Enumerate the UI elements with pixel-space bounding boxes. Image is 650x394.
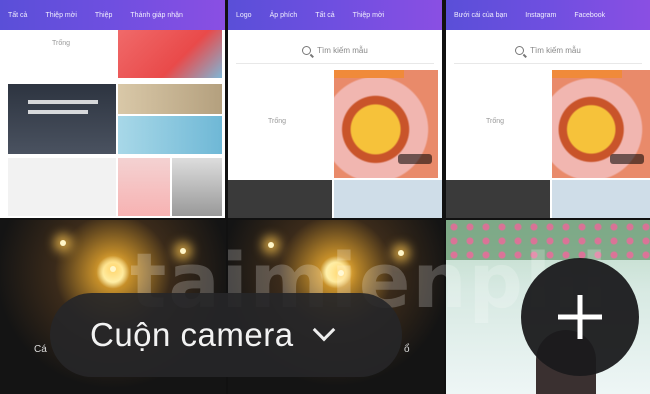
tab-posters[interactable]: Ảp phích	[270, 12, 298, 19]
template-panel-left: Tất cả Thiệp mời Thiệp Thánh giáp nhận T…	[0, 0, 225, 218]
tab-facebook[interactable]: Facebook	[574, 12, 605, 19]
template-thumbnail[interactable]	[118, 30, 222, 78]
tab-invitations[interactable]: Thiệp mời	[45, 12, 76, 19]
template-thumbnail[interactable]	[334, 180, 442, 218]
search-placeholder: Tìm kiếm mẫu	[530, 46, 581, 55]
tab-all[interactable]: Tất cả	[315, 12, 334, 19]
thumbnail-text-bar	[552, 70, 622, 78]
tab-your-designs[interactable]: Bưới cái của bạn	[454, 12, 507, 19]
template-panel-middle: Logo Ảp phích Tất cả Thiệp mời Tìm kiếm …	[228, 0, 442, 218]
plus-icon[interactable]	[521, 258, 639, 376]
template-thumbnail[interactable]	[334, 70, 438, 178]
thumbnail-price-chip	[610, 154, 644, 164]
category-tabs: Logo Ảp phích Tất cả Thiệp mời	[228, 0, 442, 30]
search-icon	[302, 46, 312, 55]
tab-invitations[interactable]: Thiệp mời	[353, 12, 384, 19]
photo-caption-fragment: Cá	[34, 344, 47, 355]
tab-logo[interactable]: Logo	[236, 12, 252, 19]
sparkle	[110, 266, 116, 272]
template-thumbnail[interactable]	[8, 158, 116, 216]
template-thumbnail[interactable]	[118, 158, 170, 216]
photo-caption-fragment: ổ	[404, 344, 410, 355]
template-thumbnail[interactable]	[446, 180, 550, 218]
thumbnail-price-chip	[398, 154, 432, 164]
category-tabs: Bưới cái của bạn Instagram Facebook	[446, 0, 650, 30]
blank-template-label: Trống	[268, 118, 287, 125]
tab-instagram[interactable]: Instagram	[525, 12, 556, 19]
camera-roll-label: Cuộn camera	[90, 316, 294, 353]
template-thumbnail[interactable]	[172, 158, 222, 216]
template-panel-right: Bưới cái của bạn Instagram Facebook Tìm …	[446, 0, 650, 218]
template-thumbnail[interactable]	[552, 180, 650, 218]
search-icon	[515, 46, 525, 55]
thumbnail-text-bar	[334, 70, 404, 78]
template-thumbnail[interactable]	[8, 84, 116, 154]
blank-template-label: Trống	[52, 40, 71, 47]
tab-all[interactable]: Tất cả	[8, 12, 27, 19]
category-tabs: Tất cả Thiệp mời Thiệp Thánh giáp nhận	[0, 0, 225, 30]
search-placeholder: Tìm kiếm mẫu	[317, 46, 368, 55]
blank-template-label: Trống	[486, 118, 505, 125]
thumbnail-text-bar	[28, 110, 88, 114]
thumbnail-text-bar	[28, 100, 98, 104]
sparkle	[60, 240, 66, 246]
tab-thank-you[interactable]: Thánh giáp nhận	[130, 12, 183, 19]
template-thumbnail[interactable]	[552, 70, 650, 178]
template-thumbnail[interactable]	[228, 180, 332, 218]
template-thumbnail[interactable]	[118, 84, 222, 114]
camera-roll-selector[interactable]: Cuộn camera	[50, 293, 402, 377]
chevron-down-icon	[312, 318, 335, 342]
template-search-bar[interactable]: Tìm kiếm mẫu	[236, 38, 434, 64]
tab-cards[interactable]: Thiệp	[95, 12, 113, 19]
template-thumbnail[interactable]	[118, 116, 222, 154]
template-search-bar[interactable]: Tìm kiếm mẫu	[454, 38, 642, 64]
